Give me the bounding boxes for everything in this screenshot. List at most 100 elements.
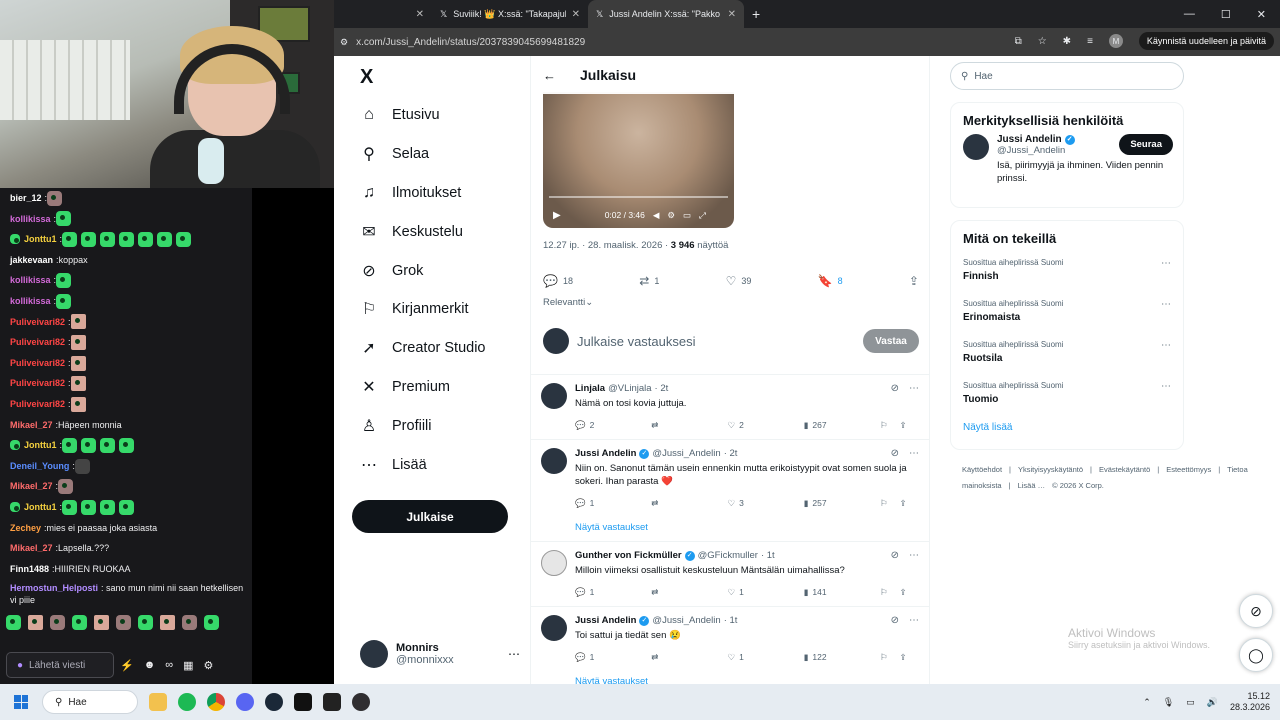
grok-fab-button[interactable]: ⊘ (1239, 594, 1273, 628)
more-icon[interactable]: ⋯ (909, 448, 919, 459)
obs-icon[interactable] (352, 693, 370, 711)
show-replies-link[interactable]: Näytä vastaukset (575, 522, 919, 533)
footer-link[interactable]: Evästekäytäntö (1099, 465, 1150, 474)
share-action[interactable]: ⇪ (899, 652, 919, 663)
settings-gear-icon[interactable]: ⚙ (204, 659, 214, 672)
channel-points-icon[interactable]: ∞ (165, 659, 173, 671)
follow-button[interactable]: Seuraa (1119, 134, 1173, 155)
store-icon[interactable]: ▦ (183, 659, 193, 672)
reply-author-name[interactable]: Jussi Andelin (575, 615, 636, 626)
footer-link[interactable]: © 2026 X Corp. (1052, 481, 1104, 490)
file-explorer-icon[interactable] (149, 693, 167, 711)
bookmark-action[interactable]: ⚐ (880, 652, 900, 663)
steam-icon[interactable] (265, 693, 283, 711)
chat-input[interactable]: ● Lähetä viesti (6, 652, 114, 678)
more-icon[interactable]: ⋯ (1161, 340, 1171, 351)
chat-username[interactable]: Deneil_Young (10, 456, 69, 477)
tray-chevron-up-icon[interactable]: ⌃ (1143, 697, 1151, 708)
volume-icon[interactable]: 🔊 (1207, 697, 1218, 708)
trend-item[interactable]: Suosittua aiheplirissä Suomi Tuomio ⋯ (951, 375, 1183, 416)
bookmark-action[interactable]: ⚐ (880, 587, 900, 598)
settings-icon[interactable]: ⚙ (667, 210, 675, 221)
sort-dropdown[interactable]: Relevantti⌄ (543, 297, 593, 308)
reply-time[interactable]: · 1t (761, 550, 775, 561)
fullscreen-icon[interactable]: ⤢ (699, 210, 706, 221)
windows-start-icon[interactable] (14, 695, 28, 709)
chat-username[interactable]: Mikael_27 (10, 476, 53, 497)
more-icon[interactable]: ⋯ (1161, 258, 1171, 269)
like-action[interactable]: ♡ 39 (726, 274, 752, 288)
chat-username[interactable]: kollikissa (10, 270, 51, 291)
profile-avatar[interactable]: M (1108, 34, 1123, 48)
x-logo-icon[interactable]: X (360, 66, 373, 89)
grok-icon[interactable]: ⊘ (891, 448, 899, 459)
nav-item-kirjanmerkit[interactable]: ⚐ Kirjanmerkit (360, 300, 469, 318)
microphone-tray-icon[interactable]: 🎙 (1163, 697, 1174, 708)
taskbar-search[interactable]: ⚲ Hae (42, 690, 138, 714)
reply-action[interactable]: 💬 1 (575, 652, 651, 663)
more-icon[interactable]: ⋯ (909, 550, 919, 561)
share-action[interactable]: ⇪ (909, 274, 919, 288)
views-action[interactable]: ▮ 141 (804, 587, 880, 598)
like-action[interactable]: ♡ 1 (727, 652, 803, 663)
pip-icon[interactable]: ▭ (683, 210, 691, 221)
reply-handle[interactable]: @VLinjala (608, 383, 651, 394)
clock[interactable]: 15.12 28.3.2026 (1230, 691, 1270, 713)
chat-username[interactable]: kollikissa (10, 209, 51, 230)
reply-input[interactable]: Julkaise vastauksesi (577, 334, 696, 349)
media-controls-icon[interactable]: ≡ (1087, 36, 1093, 47)
discord-icon[interactable] (236, 693, 254, 711)
maximize-icon[interactable]: ☐ (1221, 8, 1231, 21)
reply-avatar[interactable] (541, 550, 567, 576)
show-replies-link[interactable]: Näytä vastaukset (575, 676, 919, 684)
reply-author-name[interactable]: Gunther von Fickmüller (575, 550, 682, 561)
chat-username[interactable]: Puliveivari82 (10, 332, 65, 353)
relevant-person[interactable]: Jussi Andelin ✓ @Jussi_Andelin Isä, piiri… (951, 134, 1183, 185)
close-tab-icon[interactable]: ✕ (572, 9, 580, 20)
reply-handle[interactable]: @Jussi_Andelin (652, 615, 720, 626)
x-app-icon[interactable] (294, 693, 312, 711)
reply-time[interactable]: · 1t (724, 615, 738, 626)
chat-username[interactable]: Jonttu1 (24, 435, 57, 456)
like-action[interactable]: ♡ 1 (727, 587, 803, 598)
mic-icon[interactable]: ● (17, 660, 23, 671)
chat-username[interactable]: Puliveivari82 (10, 373, 65, 394)
bookmark-star-icon[interactable]: ☆ (1038, 36, 1047, 47)
video-progress-bar[interactable] (549, 196, 728, 198)
reply-author-name[interactable]: Linjala (575, 383, 605, 394)
reply-avatar[interactable] (541, 383, 567, 409)
post-timestamp[interactable]: 12.27 ip. · 28. maalisk. 2026 · (543, 240, 671, 251)
nav-item-grok[interactable]: ⊘ Grok (360, 262, 423, 280)
rl-app-icon[interactable] (323, 693, 341, 711)
spotify-icon[interactable] (178, 693, 196, 711)
reply-handle[interactable]: @Jussi_Andelin (652, 448, 720, 459)
share-action[interactable]: ⇪ (899, 498, 919, 509)
chat-username[interactable]: Mikael_27 (10, 538, 53, 559)
nav-item-lisää[interactable]: ⋯ Lisää (360, 456, 427, 474)
reply-action[interactable]: 💬 2 (575, 420, 651, 431)
nav-item-premium[interactable]: ✕ Premium (360, 378, 450, 396)
grok-icon[interactable]: ⊘ (891, 383, 899, 394)
reply-author-name[interactable]: Jussi Andelin (575, 448, 636, 459)
reply-time[interactable]: · 2t (655, 383, 669, 394)
browser-tab-partial[interactable]: ✕ (334, 0, 432, 28)
repost-action[interactable]: ⇄ (651, 498, 727, 509)
site-info-icon[interactable]: ⚙ (340, 37, 348, 48)
post-button[interactable]: Julkaise (352, 500, 508, 533)
extensions-icon[interactable]: ✱ (1063, 36, 1071, 47)
nav-item-profiili[interactable]: ♙ Profiili (360, 417, 432, 435)
nav-item-ilmoitukset[interactable]: ♫ Ilmoitukset (360, 184, 461, 202)
reply-avatar[interactable] (541, 448, 567, 474)
chat-username[interactable]: Puliveivari82 (10, 394, 65, 415)
bookmark-action[interactable]: ⚐ (880, 498, 900, 509)
footer-link[interactable]: Yksityisyyskäytäntö (1018, 465, 1083, 474)
chat-username[interactable]: bier_12 (10, 188, 42, 209)
minimize-icon[interactable]: — (1184, 8, 1195, 20)
nav-item-etusivu[interactable]: ⌂ Etusivu (360, 106, 439, 124)
more-icon[interactable]: ⋯ (909, 383, 919, 394)
close-tab-icon[interactable]: ✕ (416, 9, 424, 20)
close-tab-icon[interactable]: ✕ (728, 9, 736, 20)
footer-link[interactable]: Lisää … (1018, 481, 1046, 490)
chat-username[interactable]: Zechey (10, 518, 41, 539)
network-icon[interactable]: ▭ (1186, 697, 1195, 708)
